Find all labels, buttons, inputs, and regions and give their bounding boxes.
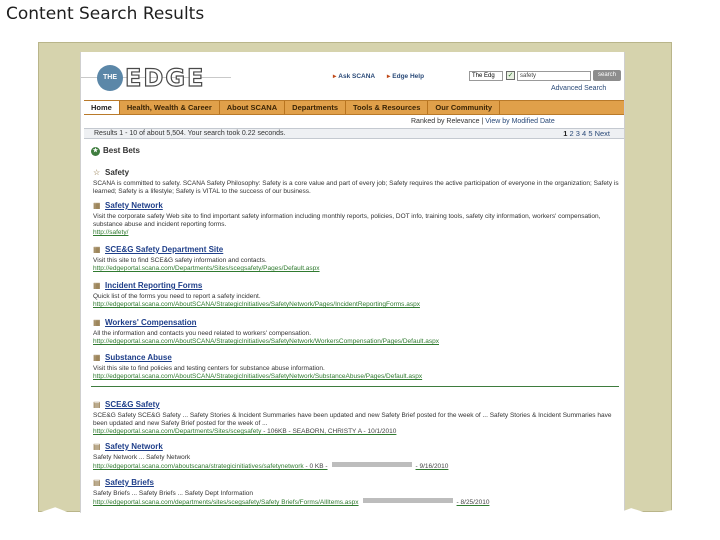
best-bet-title-link[interactable]: SCE&G Safety Department Site xyxy=(105,245,223,254)
page-4-link[interactable]: 4 xyxy=(582,129,586,138)
best-bets-heading: ★ Best Bets xyxy=(91,146,140,156)
star-icon: ☆ xyxy=(93,168,101,177)
best-bet-desc: Visit this site to find SCE&G safety inf… xyxy=(93,257,267,264)
result-title-link[interactable]: SCE&G Safety xyxy=(105,400,160,409)
search-results-page: THE EDGE ▸ Ask SCANA ▸ Edge Help The Edg ✓… xyxy=(80,52,625,514)
best-bet-item: ▦ Workers' Compensation All the informati… xyxy=(93,312,621,346)
best-bet-url[interactable]: http://edgeportal.scana.com/AboutSCANA/S… xyxy=(93,338,621,346)
results-count: Results 1 - 10 of about 5,504. Your sear… xyxy=(94,130,286,137)
result-url[interactable]: http://edgeportal.scana.com/departments/… xyxy=(93,499,359,506)
page-icon: ▤ xyxy=(93,478,101,487)
nav-departments[interactable]: Departments xyxy=(285,101,347,114)
result-url[interactable]: http://edgeportal.scana.com/aboutscana/s… xyxy=(93,463,304,470)
building-icon: ▦ xyxy=(93,281,101,290)
best-bet-item: ☆ Safety SCANA is committed to safety. SC… xyxy=(93,162,621,196)
sort-options: Ranked by Relevance | View by Modified D… xyxy=(411,118,555,125)
result-meta: - 106KB - SEABORN, CHRISTY A - 10/1/2010 xyxy=(263,428,397,435)
result-meta: - 0 KB - xyxy=(305,463,328,470)
page-1: 1 xyxy=(563,129,568,138)
best-bet-item: ▦ SCE&G Safety Department Site Visit this… xyxy=(93,239,621,273)
edge-logo: EDGE xyxy=(124,63,206,92)
result-desc: Safety Briefs ... Safety Briefs ... Safe… xyxy=(93,490,254,497)
slide-title: Content Search Results xyxy=(6,4,205,24)
result-item: ▤ SCE&G Safety SCE&G Safety SCE&G Safety … xyxy=(93,394,621,436)
best-bet-desc: SCANA is committed to safety. SCANA Safe… xyxy=(93,180,619,195)
best-bet-url[interactable]: http://edgeportal.scana.com/AboutSCANA/S… xyxy=(93,301,621,309)
logo-badge: THE xyxy=(97,65,123,91)
best-bet-title: Safety xyxy=(105,168,130,177)
best-bet-item: ▦ Safety Network Visit the corporate safe… xyxy=(93,195,621,237)
best-bet-url[interactable]: http://edgeportal.scana.com/Departments/… xyxy=(93,265,621,273)
best-bet-desc: Visit this site to find policies and tes… xyxy=(93,365,325,372)
result-title-link[interactable]: Safety Briefs xyxy=(105,478,154,487)
best-bet-url[interactable]: http://edgeportal.scana.com/AboutSCANA/S… xyxy=(93,373,621,381)
best-bets-divider xyxy=(91,386,619,387)
sort-separator: | xyxy=(481,118,484,125)
page-icon: ▤ xyxy=(93,400,101,409)
building-icon: ▦ xyxy=(93,245,101,254)
best-bet-title-link[interactable]: Workers' Compensation xyxy=(105,318,197,327)
best-bet-title-link[interactable]: Incident Reporting Forms xyxy=(105,281,202,290)
best-bet-item: ▦ Incident Reporting Forms Quick list of … xyxy=(93,275,621,309)
result-desc: SCE&G Safety SCE&G Safety ... Safety Sto… xyxy=(93,412,612,427)
page-3-link[interactable]: 3 xyxy=(576,129,580,138)
nav-health-wealth-career[interactable]: Health, Wealth & Career xyxy=(120,101,220,114)
building-icon: ▦ xyxy=(93,318,101,327)
sort-relevance-label: Ranked by Relevance xyxy=(411,118,480,125)
search-scope-select[interactable]: The Edg xyxy=(469,71,503,81)
redacted-author xyxy=(362,498,453,503)
best-bets-icon: ★ xyxy=(91,147,100,156)
best-bet-desc: Visit the corporate safety Web site to f… xyxy=(93,213,601,228)
nav-about-scana[interactable]: About SCANA xyxy=(220,101,286,114)
advanced-search-link[interactable]: Advanced Search xyxy=(551,85,606,92)
edge-help-link[interactable]: ▸ Edge Help xyxy=(387,72,424,80)
building-icon: ▦ xyxy=(93,353,101,362)
building-icon: ▦ xyxy=(93,201,101,210)
main-nav: Home Health, Wealth & Career About SCANA… xyxy=(84,100,624,115)
best-bet-desc: All the information and contacts you nee… xyxy=(93,330,312,337)
ask-scana-link[interactable]: ▸ Ask SCANA xyxy=(333,72,375,80)
result-desc: Safety Network ... Safety Network xyxy=(93,454,191,461)
result-date: - 8/25/2010 xyxy=(456,499,490,506)
sort-by-date-link[interactable]: View by Modified Date xyxy=(485,118,555,125)
page-icon: ▤ xyxy=(93,442,101,451)
arrow-icon: ▸ xyxy=(333,73,337,80)
search-input[interactable]: safety xyxy=(517,71,591,81)
nav-home[interactable]: Home xyxy=(84,101,120,114)
result-title-link[interactable]: Safety Network xyxy=(105,442,163,451)
redacted-author xyxy=(331,462,412,467)
result-item: ▤ Safety Briefs Safety Briefs ... Safety … xyxy=(93,472,621,507)
result-date: - 9/16/2010 xyxy=(415,463,449,470)
page-2-link[interactable]: 2 xyxy=(570,129,574,138)
best-bet-item: ▦ Substance Abuse Visit this site to find… xyxy=(93,347,621,381)
best-bet-desc: Quick list of the forms you need to repo… xyxy=(93,293,261,300)
best-bet-title-link[interactable]: Substance Abuse xyxy=(105,353,172,362)
nav-our-community[interactable]: Our Community xyxy=(428,101,501,114)
page-5-link[interactable]: 5 xyxy=(588,129,592,138)
results-bar: Results 1 - 10 of about 5,504. Your sear… xyxy=(84,128,624,139)
arrow-icon: ▸ xyxy=(387,73,391,80)
next-page-link[interactable]: Next xyxy=(595,129,610,138)
search-button[interactable]: search xyxy=(593,70,621,81)
checkmark-icon[interactable]: ✓ xyxy=(506,71,515,80)
best-bet-title-link[interactable]: Safety Network xyxy=(105,201,163,210)
result-item: ▤ Safety Network Safety Network ... Safet… xyxy=(93,436,621,471)
pagination: 1 2 3 4 5 Next xyxy=(563,129,610,138)
nav-tools-resources[interactable]: Tools & Resources xyxy=(346,101,429,114)
best-bet-url[interactable]: http://safety/ xyxy=(93,229,621,237)
result-url[interactable]: http://edgeportal.scana.com/Departments/… xyxy=(93,428,261,435)
